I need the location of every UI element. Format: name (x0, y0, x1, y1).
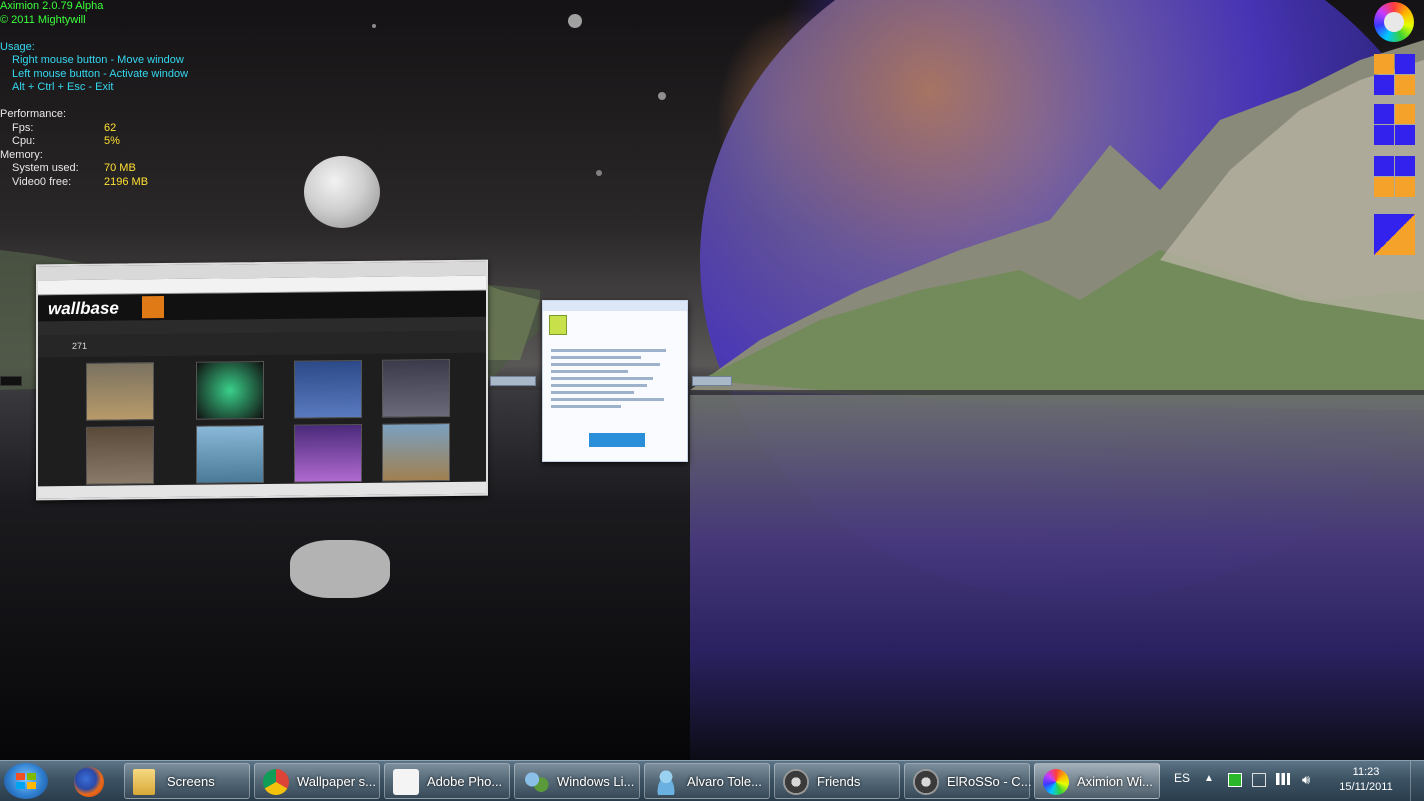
memory-heading: Memory: (0, 148, 43, 161)
avatar[interactable] (549, 315, 567, 335)
wallpaper-thumb[interactable] (294, 423, 362, 483)
taskbar-item-steam-friends[interactable]: Friends (774, 763, 900, 799)
wallpaper-thumb[interactable] (294, 359, 362, 419)
workspace-switcher-1[interactable] (1374, 54, 1416, 96)
clock-date: 15/11/2011 (1339, 781, 1393, 793)
network-icon[interactable] (1276, 773, 1290, 785)
taskbar-item-label: Aximion Wi... (1077, 774, 1153, 789)
taskbar-item-aximion[interactable]: Aximion Wi... (1034, 763, 1160, 799)
taskbar-item-chrome[interactable]: Wallpaper s... (254, 763, 380, 799)
system-used-value: 70 MB (104, 162, 136, 174)
taskbar: Screens Wallpaper s... Adobe Pho... Wind… (0, 760, 1424, 801)
aximion-info-overlay: Aximion 2.0.79 Alpha © 2011 Mightywill U… (0, 0, 188, 189)
aximion-logo-icon[interactable] (1374, 2, 1414, 42)
taskbar-pinned-firefox[interactable] (64, 763, 116, 799)
taskbar-item-label: Windows Li... (557, 774, 635, 789)
taskbar-item-label: Adobe Pho... (427, 774, 503, 789)
cpu-label: Cpu: (12, 135, 36, 147)
usage-line: Right mouse button - Move window (12, 54, 184, 66)
minimized-window[interactable] (692, 376, 732, 386)
wallpaper-thumb[interactable] (196, 424, 264, 484)
fps-label: Fps: (12, 121, 34, 134)
tray-app-icon[interactable] (1228, 773, 1242, 787)
windows-logo-icon (16, 773, 36, 789)
copyright: © 2011 Mightywill (0, 13, 86, 26)
taskbar-item-label: Screens (167, 774, 215, 789)
minimized-window[interactable] (0, 376, 22, 386)
messenger-action-button[interactable] (589, 433, 645, 447)
wallpaper-thumb[interactable] (86, 362, 154, 421)
steam-icon (913, 769, 939, 795)
workspace-switcher-2[interactable] (1374, 104, 1416, 146)
taskbar-item-windows-live[interactable]: Windows Li... (514, 763, 640, 799)
workspace-switcher-3[interactable] (1374, 156, 1416, 198)
volume-icon[interactable]: 🔊︎ (1302, 773, 1316, 787)
browser-window-3d[interactable]: wallbase 271 (36, 259, 488, 501)
windows-live-icon (523, 769, 549, 795)
site-search-button[interactable] (142, 296, 164, 319)
language-indicator[interactable]: ES (1174, 771, 1190, 785)
wallpaper-grid (38, 353, 486, 485)
feather-icon (393, 769, 419, 795)
usage-line: Left mouse button - Activate window (12, 67, 189, 80)
firefox-icon (74, 767, 104, 797)
usage-heading: Usage: (0, 40, 35, 53)
taskbar-item-screens[interactable]: Screens (124, 763, 250, 799)
site-header: wallbase (38, 290, 486, 322)
minimized-window[interactable] (490, 376, 536, 386)
start-button[interactable] (4, 763, 48, 799)
messenger-content (551, 345, 679, 412)
messenger-title-bar[interactable] (543, 301, 687, 311)
taskbar-item-label: Wallpaper s... (297, 774, 376, 789)
system-clock[interactable]: 11:23 15/11/2011 (1330, 765, 1402, 795)
performance-heading: Performance: (0, 108, 67, 120)
taskbar-item-label: Friends (817, 774, 861, 789)
wallpaper-thumb[interactable] (86, 426, 154, 485)
wallpaper-thumb[interactable] (196, 360, 264, 420)
result-count-number: 271 (72, 340, 88, 351)
taskbar-item-label: Alvaro Tole... (687, 774, 762, 789)
tray-notification-icon[interactable] (1252, 773, 1266, 787)
planet-reflection (690, 395, 1424, 760)
chrome-icon (263, 769, 289, 795)
site-logo[interactable]: wallbase (48, 298, 119, 319)
aximion-icon (1043, 769, 1069, 795)
video-free-value: 2196 MB (104, 175, 149, 188)
taskbar-item-label: ElRoSSo - C... (947, 774, 1032, 789)
app-version: Aximion 2.0.79 Alpha (0, 0, 104, 12)
cpu-value: 5% (104, 135, 120, 147)
system-used-label: System used: (12, 162, 79, 174)
wallpaper-thumb[interactable] (382, 423, 450, 482)
usage-line: Alt + Ctrl + Esc - Exit (12, 81, 114, 93)
workspace-switcher-4[interactable] (1374, 214, 1416, 256)
fps-value: 62 (104, 121, 117, 134)
taskbar-item-messenger[interactable]: Alvaro Tole... (644, 763, 770, 799)
taskbar-item-photoshop[interactable]: Adobe Pho... (384, 763, 510, 799)
wallpaper-thumb[interactable] (382, 359, 450, 418)
show-desktop-button[interactable] (1410, 761, 1424, 801)
moon-reflection (290, 540, 390, 598)
taskbar-item-steam-chat[interactable]: ElRoSSo - C... (904, 763, 1032, 799)
video-free-label: Video0 free: (12, 175, 72, 188)
messenger-window-3d[interactable] (542, 300, 688, 462)
messenger-icon (653, 769, 679, 795)
folder-icon (133, 769, 155, 795)
aximion-3d-desktop[interactable]: Aximion 2.0.79 Alpha © 2011 Mightywill U… (0, 0, 1424, 760)
steam-icon (783, 769, 809, 795)
clock-time: 11:23 (1352, 766, 1380, 778)
show-hidden-icons-arrow-icon[interactable]: ▲ (1204, 773, 1218, 787)
